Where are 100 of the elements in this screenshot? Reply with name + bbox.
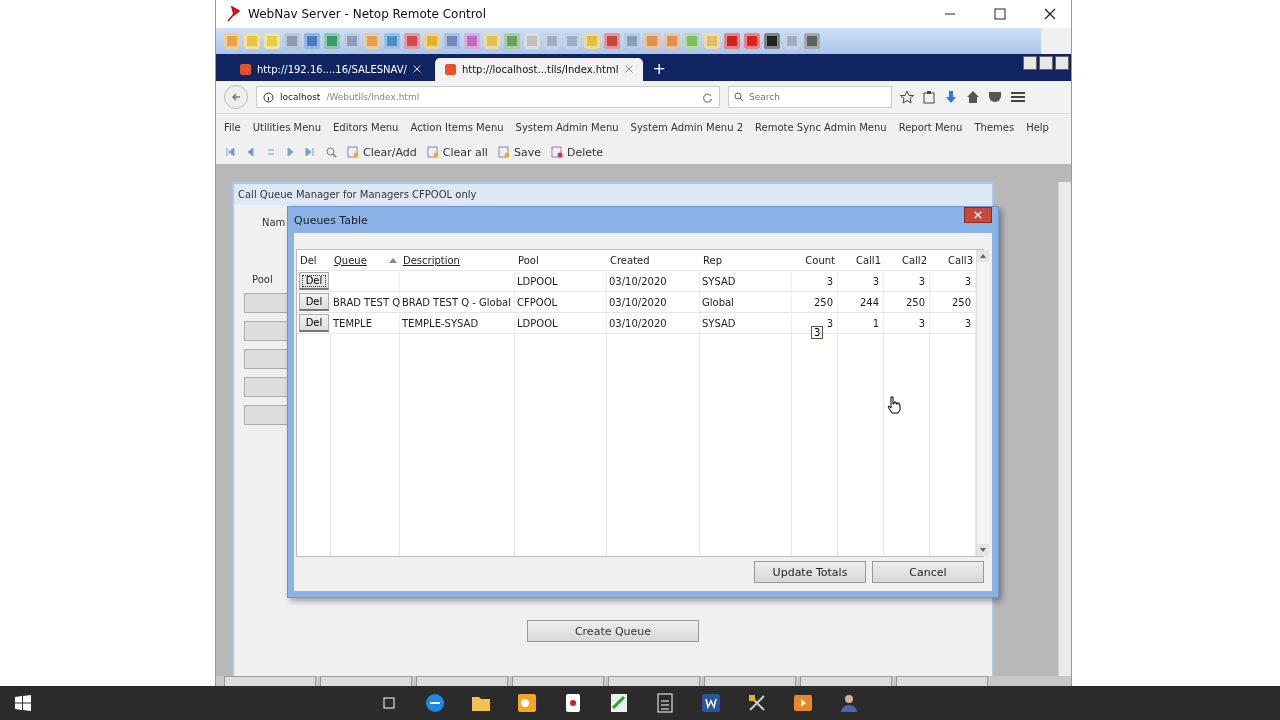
column-header[interactable]: Del — [297, 250, 331, 270]
new-tab-button[interactable]: + — [646, 59, 672, 81]
table-cell: 250 — [792, 292, 838, 312]
menu-item[interactable]: Action Items Menu — [410, 121, 504, 133]
scrollbar[interactable] — [1058, 182, 1071, 676]
pocket-icon[interactable] — [988, 90, 1002, 104]
form-button[interactable] — [244, 349, 290, 369]
address-field[interactable]: localhost /Webutils/Index.html — [256, 86, 720, 108]
form-button[interactable] — [244, 377, 290, 397]
tools-icon[interactable] — [747, 693, 767, 713]
windows-logo-icon[interactable] — [15, 695, 31, 711]
minimize-icon[interactable] — [1023, 56, 1037, 70]
dialog-button[interactable]: Cancel — [872, 561, 984, 583]
column-header[interactable]: Call3 — [930, 250, 976, 270]
form-button[interactable] — [244, 321, 290, 341]
download-icon[interactable] — [944, 90, 958, 104]
search-field[interactable]: Search — [728, 86, 892, 108]
close-button[interactable] — [964, 207, 992, 223]
menu-icon[interactable] — [1010, 90, 1026, 104]
table-cell: SYSAD — [700, 271, 792, 291]
taskbar-button[interactable] — [512, 676, 604, 687]
close-icon[interactable] — [1044, 8, 1056, 20]
toolbar-button[interactable]: Delete — [550, 145, 604, 159]
clipboard-icon[interactable] — [922, 90, 936, 104]
notepad-icon[interactable] — [610, 693, 628, 713]
menu-item[interactable]: Help — [1026, 121, 1049, 133]
back-arrow-icon — [231, 92, 241, 102]
table-cell: Global — [700, 292, 792, 312]
tool-icon[interactable] — [724, 33, 740, 49]
document-icon — [550, 146, 563, 158]
media-player-icon[interactable] — [793, 694, 813, 712]
browser-e-icon[interactable] — [425, 693, 445, 713]
toolbar-button[interactable]: Save — [497, 145, 541, 159]
taskbar-button[interactable] — [800, 676, 892, 687]
tool-icon[interactable] — [304, 33, 320, 49]
table-cell: SYSAD — [700, 313, 792, 333]
word-icon[interactable] — [701, 693, 721, 713]
scroll-up-icon[interactable] — [977, 250, 989, 262]
back-button[interactable] — [224, 85, 248, 109]
menu-item[interactable]: File — [224, 121, 241, 133]
table-cell: 03/10/2020 — [607, 313, 700, 333]
table-cell: 250 — [884, 292, 930, 312]
menu-item[interactable]: System Admin Menu — [515, 121, 619, 133]
home-icon[interactable] — [966, 90, 980, 104]
browser-tab[interactable]: http://localhost...tils/Index.html — [434, 58, 643, 81]
menu-item[interactable]: System Admin Menu 2 — [630, 121, 744, 133]
folder-icon[interactable] — [471, 694, 491, 712]
window-title: WebNav Server - Netop Remote Control — [248, 7, 488, 21]
column-header[interactable]: Created — [607, 250, 700, 270]
taskbar-button[interactable] — [896, 676, 988, 687]
column-header[interactable]: Call1 — [838, 250, 884, 270]
restore-icon[interactable] — [1039, 56, 1053, 70]
document-icon — [426, 146, 439, 158]
maximize-icon[interactable] — [994, 8, 1006, 20]
task-view-icon[interactable] — [381, 696, 397, 710]
search-icon[interactable] — [326, 146, 337, 158]
tooltip: 3 — [811, 326, 824, 339]
menu-item[interactable]: Editors Menu — [333, 121, 399, 133]
calculator-icon[interactable] — [657, 693, 673, 713]
person-icon[interactable] — [839, 693, 859, 713]
menu-item[interactable]: Report Menu — [898, 121, 963, 133]
page-icon — [240, 64, 251, 75]
search-icon — [734, 92, 744, 102]
document-icon — [347, 146, 359, 158]
row-del-button[interactable]: Del — [299, 293, 329, 311]
menu-item[interactable]: Remote Sync Admin Menu — [755, 121, 887, 133]
menu-item[interactable]: Themes — [974, 121, 1015, 133]
dialog-button[interactable]: Update Totals — [754, 561, 866, 583]
form-button[interactable] — [244, 293, 290, 313]
column-header[interactable]: Rep — [700, 250, 792, 270]
taskbar-button[interactable] — [608, 676, 700, 687]
tool-icon[interactable] — [804, 33, 820, 49]
star-icon[interactable] — [900, 90, 914, 104]
column-header[interactable]: Description — [400, 250, 515, 270]
toolbar-button[interactable]: Clear all — [426, 145, 488, 159]
table-cell: 03/10/2020 — [607, 271, 700, 291]
taskbar-button[interactable] — [416, 676, 508, 687]
tool-icon[interactable] — [764, 33, 780, 49]
scrollbar[interactable] — [976, 250, 989, 556]
hand-cursor-icon — [887, 396, 901, 414]
playing-card-icon[interactable] — [565, 693, 581, 713]
taskbar-button[interactable] — [704, 676, 796, 687]
field-label: Nam — [262, 217, 286, 228]
reload-icon[interactable] — [702, 91, 713, 103]
column-header[interactable]: Pool — [515, 250, 607, 270]
row-del-button[interactable]: Del — [299, 272, 329, 290]
sort-ascending-icon — [389, 257, 397, 263]
toolbar-button[interactable]: Clear/Add — [347, 145, 417, 159]
taskbar-button[interactable] — [320, 676, 412, 687]
column-header[interactable]: Queue — [331, 250, 400, 270]
browser-tab[interactable]: http://192.16....16/SALESNAV/ — [230, 58, 431, 81]
column-header[interactable]: Call2 — [884, 250, 930, 270]
record-navigation-drawing[interactable] — [226, 147, 316, 157]
scroll-down-icon[interactable] — [977, 544, 989, 556]
form-button[interactable] — [244, 405, 290, 425]
column-header[interactable]: Count — [792, 250, 838, 270]
menu-item[interactable]: Utilities Menu — [252, 121, 321, 133]
taskbar-button[interactable] — [224, 676, 316, 687]
row-del-button[interactable]: Del — [299, 314, 329, 332]
create-queue-button[interactable]: Create Queue — [527, 620, 699, 642]
